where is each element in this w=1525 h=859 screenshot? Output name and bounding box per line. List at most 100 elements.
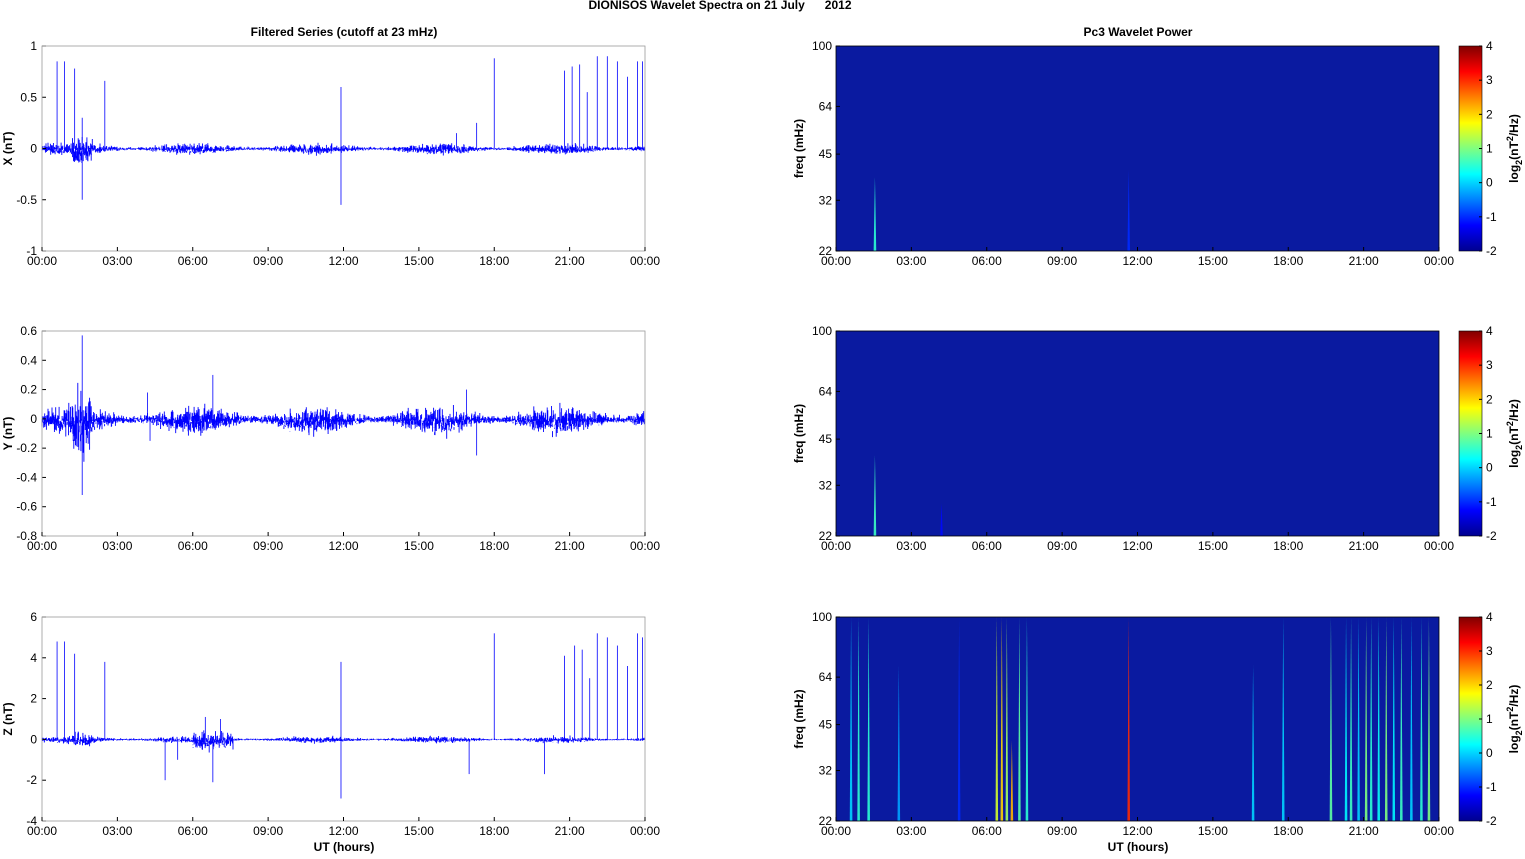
colorbar-tick-label: 2 — [1486, 107, 1493, 121]
x-tick-label: 03:00 — [896, 539, 926, 553]
colorbar-tick-label: 0 — [1486, 461, 1493, 475]
x-tick-label: 00:00 — [1424, 824, 1454, 838]
x-tick-label: 18:00 — [479, 824, 509, 838]
x-tick-label: 15:00 — [404, 539, 434, 553]
x-tick-label: 09:00 — [253, 539, 283, 553]
right-column-title: Pc3 Wavelet Power — [1084, 25, 1193, 39]
x-tick-label: 03:00 — [896, 824, 926, 838]
y-axis-label: freq (mHz) — [792, 689, 806, 748]
x-tick-label: 12:00 — [328, 254, 358, 268]
colorbar-tick-label: 3 — [1486, 644, 1493, 658]
colorbar-tick-label: 4 — [1486, 610, 1493, 624]
x-tick-label: 06:00 — [972, 539, 1002, 553]
x-axis-label-left: UT (hours) — [314, 840, 375, 854]
x-tick-label: 12:00 — [1122, 539, 1152, 553]
y-tick-label: 45 — [819, 147, 833, 161]
x-tick-label: 03:00 — [896, 254, 926, 268]
y-tick-label: -2 — [26, 773, 37, 787]
y-tick-label: 0.4 — [20, 353, 37, 367]
wavelet-panel-1: 22324564100freq (mHz)-2-101234log2(nT2/H… — [792, 324, 1524, 543]
colorbar-tick-label: 3 — [1486, 73, 1493, 87]
x-tick-label: 15:00 — [1198, 824, 1228, 838]
x-tick-label: 00:00 — [27, 254, 57, 268]
x-tick-label: 00:00 — [1424, 539, 1454, 553]
colorbar-tick-label: 0 — [1486, 176, 1493, 190]
x-tick-label: 15:00 — [1198, 539, 1228, 553]
x-tick-label: 18:00 — [479, 539, 509, 553]
x-tick-label: 09:00 — [253, 824, 283, 838]
figure: DIONISOS Wavelet Spectra on 21 July 2012… — [1, 0, 1524, 854]
y-tick-label: -0.4 — [16, 470, 37, 484]
y-axis-label: Y (nT) — [1, 417, 15, 451]
x-tick-label: 09:00 — [1047, 539, 1077, 553]
y-tick-label: 100 — [812, 39, 832, 53]
x-tick-label: 15:00 — [1198, 254, 1228, 268]
colorbar-tick-label: 2 — [1486, 678, 1493, 692]
y-tick-label: 100 — [812, 324, 832, 338]
colorbar-tick-label: -2 — [1486, 244, 1497, 258]
y-tick-label: 32 — [819, 193, 833, 207]
x-tick-label: 12:00 — [328, 824, 358, 838]
x-tick-label: 21:00 — [555, 539, 585, 553]
y-tick-label: 64 — [819, 99, 833, 113]
colorbar-label: log2(nT2/Hz) — [1505, 685, 1524, 754]
x-tick-label: 12:00 — [1122, 824, 1152, 838]
x-tick-label: 06:00 — [972, 254, 1002, 268]
x-tick-label: 15:00 — [404, 254, 434, 268]
colorbar-label: log2(nT2/Hz) — [1505, 399, 1524, 468]
x-tick-label: 06:00 — [178, 254, 208, 268]
x-tick-label: 00:00 — [1424, 254, 1454, 268]
colorbar-tick-label: 3 — [1486, 358, 1493, 372]
x-tick-label: 09:00 — [1047, 254, 1077, 268]
x-tick-label: 21:00 — [555, 254, 585, 268]
y-tick-label: 32 — [819, 478, 833, 492]
colorbar-tick-label: -2 — [1486, 529, 1497, 543]
colorbar-tick-label: 0 — [1486, 746, 1493, 760]
x-tick-label: 03:00 — [102, 824, 132, 838]
y-tick-label: -0.2 — [16, 441, 37, 455]
x-tick-label: 00:00 — [630, 254, 660, 268]
wavelet-panel-2: 22324564100freq (mHz)-2-101234log2(nT2/H… — [792, 610, 1524, 828]
colorbar-tick-label: -1 — [1486, 780, 1497, 794]
series-panel-2: -4-20246Z (nT) — [1, 610, 646, 828]
y-tick-label: 1 — [30, 39, 37, 53]
x-tick-label: 12:00 — [1122, 254, 1152, 268]
x-tick-label: 00:00 — [821, 254, 851, 268]
colorbar-tick-label: -1 — [1486, 210, 1497, 224]
spectrogram-background — [836, 331, 1439, 536]
series-panel-0: -1-0.500.51X (nT) — [1, 39, 646, 258]
x-tick-label: 15:00 — [404, 824, 434, 838]
y-tick-label: 32 — [819, 764, 833, 778]
y-tick-label: 0 — [30, 142, 37, 156]
y-tick-label: 6 — [30, 610, 37, 624]
y-tick-label: 2 — [30, 692, 37, 706]
y-tick-label: 45 — [819, 718, 833, 732]
wavelet-panel-0: 22324564100freq (mHz)-2-101234log2(nT2/H… — [792, 39, 1524, 258]
x-tick-label: 03:00 — [102, 539, 132, 553]
y-tick-label: 4 — [30, 651, 37, 665]
y-tick-label: 0 — [30, 732, 37, 746]
y-axis-label: X (nT) — [1, 132, 15, 166]
left-column-title: Filtered Series (cutoff at 23 mHz) — [251, 25, 438, 39]
y-tick-label: 0.5 — [20, 90, 37, 104]
x-tick-label: 00:00 — [630, 824, 660, 838]
colorbar-tick-label: 1 — [1486, 427, 1493, 441]
y-tick-label: -0.5 — [16, 193, 37, 207]
y-tick-label: 64 — [819, 384, 833, 398]
x-tick-label: 00:00 — [27, 824, 57, 838]
colorbar-tick-label: 1 — [1486, 142, 1493, 156]
colorbar-label: log2(nT2/Hz) — [1505, 114, 1524, 183]
x-tick-label: 18:00 — [479, 254, 509, 268]
x-tick-label: 03:00 — [102, 254, 132, 268]
x-tick-label: 06:00 — [178, 539, 208, 553]
y-tick-label: 0.6 — [20, 324, 37, 338]
x-tick-label: 00:00 — [821, 824, 851, 838]
y-tick-label: 64 — [819, 670, 833, 684]
x-tick-label: 00:00 — [630, 539, 660, 553]
x-axis-label-right: UT (hours) — [1108, 840, 1169, 854]
x-tick-label: 12:00 — [328, 539, 358, 553]
colorbar-tick-label: -2 — [1486, 814, 1497, 828]
y-tick-label: -0.6 — [16, 500, 37, 514]
colorbar-tick-label: 2 — [1486, 392, 1493, 406]
x-tick-label: 18:00 — [1273, 539, 1303, 553]
